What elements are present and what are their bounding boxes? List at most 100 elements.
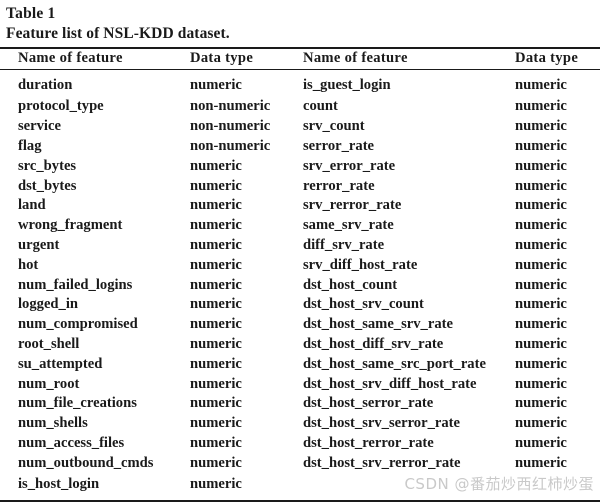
cell-data-type-right: numeric bbox=[515, 177, 567, 194]
table-rule-bottom bbox=[0, 499, 600, 502]
cell-data-type-left: numeric bbox=[190, 217, 242, 234]
cell-data-type-right: numeric bbox=[515, 434, 567, 451]
table-figure: Table 1 Feature list of NSL-KDD dataset.… bbox=[0, 0, 600, 502]
cell-data-type-left: non-numeric bbox=[190, 137, 271, 154]
cell-feature-name-left: src_bytes bbox=[18, 157, 77, 174]
feature-list-table: Name of feature Data type Name of featur… bbox=[0, 49, 600, 69]
cell-feature-name-right: dst_host_count bbox=[303, 276, 398, 293]
cell-feature-name-left: su_attempted bbox=[18, 355, 103, 372]
column-header-name-right: Name of feature bbox=[303, 50, 408, 67]
cell-feature-name-left: urgent bbox=[18, 236, 60, 253]
cell-data-type-right: numeric bbox=[515, 316, 567, 333]
cell-feature-name-left: duration bbox=[18, 76, 73, 93]
cell-data-type-left: numeric bbox=[190, 415, 242, 432]
cell-data-type-right: numeric bbox=[515, 296, 567, 313]
cell-feature-name-left: num_compromised bbox=[18, 316, 138, 333]
cell-data-type-right: numeric bbox=[515, 454, 567, 471]
table-row: num_access_files numeric dst_host_rerror_r… bbox=[0, 434, 600, 454]
cell-data-type-right: numeric bbox=[515, 118, 567, 135]
cell-feature-name-left: num_shells bbox=[18, 415, 88, 432]
cell-data-type-right: numeric bbox=[515, 197, 567, 214]
cell-data-type-left: numeric bbox=[190, 434, 242, 451]
cell-feature-name-left: root_shell bbox=[18, 335, 80, 352]
cell-data-type-left: numeric bbox=[190, 375, 242, 392]
cell-feature-name-right: dst_host_srv_rerror_rate bbox=[303, 454, 461, 471]
table-row: num_file_creations numeric dst_host_serror… bbox=[0, 394, 600, 414]
table-row: root_shell numeric dst_host_diff_srv_rate n… bbox=[0, 335, 600, 355]
cell-data-type-right: numeric bbox=[515, 157, 567, 174]
cell-feature-name-right: rerror_rate bbox=[303, 177, 375, 194]
table-row: flag non-numeric serror_rate numeric bbox=[0, 137, 600, 157]
cell-feature-name-right: is_guest_login bbox=[303, 76, 391, 93]
cell-feature-name-right: dst_host_srv_serror_rate bbox=[303, 415, 460, 432]
cell-data-type-right: numeric bbox=[515, 276, 567, 293]
cell-feature-name-right: dst_host_serror_rate bbox=[303, 395, 434, 412]
cell-feature-name-left: service bbox=[18, 118, 61, 135]
cell-feature-name-right: dst_host_same_src_port_rate bbox=[303, 355, 486, 372]
cell-feature-name-left: hot bbox=[18, 256, 39, 273]
cell-feature-name-left: protocol_type bbox=[18, 98, 104, 115]
cell-feature-name-left: logged_in bbox=[18, 296, 79, 313]
cell-data-type-left: numeric bbox=[190, 256, 242, 273]
cell-feature-name-right: srv_diff_host_rate bbox=[303, 256, 418, 273]
table-row: wrong_fragment numeric same_srv_rate numeri… bbox=[0, 216, 600, 236]
cell-feature-name-left: dst_bytes bbox=[18, 177, 77, 194]
cell-data-type-left: numeric bbox=[190, 296, 242, 313]
table-caption-text: Feature list of NSL-KDD dataset. bbox=[6, 25, 230, 42]
cell-data-type-left: numeric bbox=[190, 276, 242, 293]
table-number: Table 1 bbox=[6, 5, 56, 22]
cell-feature-name-right: dst_host_diff_srv_rate bbox=[303, 335, 444, 352]
cell-data-type-right: numeric bbox=[515, 137, 567, 154]
column-header-type-left: Data type bbox=[190, 50, 254, 67]
cell-feature-name-right: dst_host_srv_count bbox=[303, 296, 424, 313]
cell-feature-name-right: dst_host_same_srv_rate bbox=[303, 316, 453, 333]
cell-data-type-left: numeric bbox=[190, 335, 242, 352]
cell-data-type-left: numeric bbox=[190, 76, 242, 93]
cell-feature-name-right: srv_rerror_rate bbox=[303, 197, 402, 214]
table-row: logged_in numeric dst_host_srv_count numeri… bbox=[0, 295, 600, 315]
table-row: num_failed_logins numeric dst_host_count nu… bbox=[0, 276, 600, 296]
cell-feature-name-left: flag bbox=[18, 137, 42, 154]
cell-feature-name-left: num_failed_logins bbox=[18, 276, 133, 293]
cell-data-type-right: numeric bbox=[515, 236, 567, 253]
cell-data-type-right: numeric bbox=[515, 217, 567, 234]
cell-data-type-left: numeric bbox=[190, 197, 242, 214]
table-row: num_shells numeric dst_host_srv_serror_rat… bbox=[0, 414, 600, 434]
table-row: num_root numeric dst_host_srv_diff_host_ra… bbox=[0, 375, 600, 395]
cell-feature-name-left: is_host_login bbox=[18, 476, 100, 493]
cell-data-type-left: numeric bbox=[190, 236, 242, 253]
cell-data-type-right bbox=[515, 474, 600, 500]
cell-data-type-right: numeric bbox=[515, 355, 567, 372]
cell-data-type-left: numeric bbox=[190, 157, 242, 174]
cell-feature-name-left: num_root bbox=[18, 375, 80, 392]
cell-feature-name-right bbox=[303, 474, 515, 500]
feature-list-body-table: duration numeric is_guest_login numeric pro… bbox=[0, 70, 600, 499]
cell-data-type-left: numeric bbox=[190, 395, 242, 412]
cell-data-type-left: numeric bbox=[190, 355, 242, 372]
cell-data-type-left: numeric bbox=[190, 476, 242, 493]
cell-data-type-right: numeric bbox=[515, 256, 567, 273]
table-row: protocol_type non-numeric count numeric bbox=[0, 97, 600, 117]
cell-feature-name-left: num_file_creations bbox=[18, 395, 137, 412]
cell-feature-name-right: dst_host_srv_diff_host_rate bbox=[303, 375, 477, 392]
cell-feature-name-left: num_access_files bbox=[18, 434, 125, 451]
cell-data-type-right: numeric bbox=[515, 395, 567, 412]
cell-feature-name-right: srv_count bbox=[303, 118, 365, 135]
cell-feature-name-right: same_srv_rate bbox=[303, 217, 394, 234]
table-body: duration numeric is_guest_login numeric pro… bbox=[0, 70, 600, 499]
table-row: hot numeric srv_diff_host_rate numeric bbox=[0, 256, 600, 276]
cell-data-type-right: numeric bbox=[515, 415, 567, 432]
cell-feature-name-right: dst_host_rerror_rate bbox=[303, 434, 434, 451]
cell-feature-name-right: srv_error_rate bbox=[303, 157, 396, 174]
cell-feature-name-right: diff_srv_rate bbox=[303, 236, 385, 253]
table-caption-block: Table 1 Feature list of NSL-KDD dataset. bbox=[0, 0, 600, 44]
cell-data-type-left: non-numeric bbox=[190, 98, 271, 115]
table-row: num_compromised numeric dst_host_same_srv_… bbox=[0, 315, 600, 335]
cell-data-type-left: numeric bbox=[190, 316, 242, 333]
cell-feature-name-right: serror_rate bbox=[303, 137, 375, 154]
table-row: service non-numeric srv_count numeric bbox=[0, 117, 600, 137]
cell-data-type-right: numeric bbox=[515, 375, 567, 392]
table-header-row: Name of feature Data type Name of featur… bbox=[0, 49, 600, 69]
table-row: num_outbound_cmds numeric dst_host_srv_rer… bbox=[0, 454, 600, 474]
cell-feature-name-right: count bbox=[303, 98, 338, 115]
